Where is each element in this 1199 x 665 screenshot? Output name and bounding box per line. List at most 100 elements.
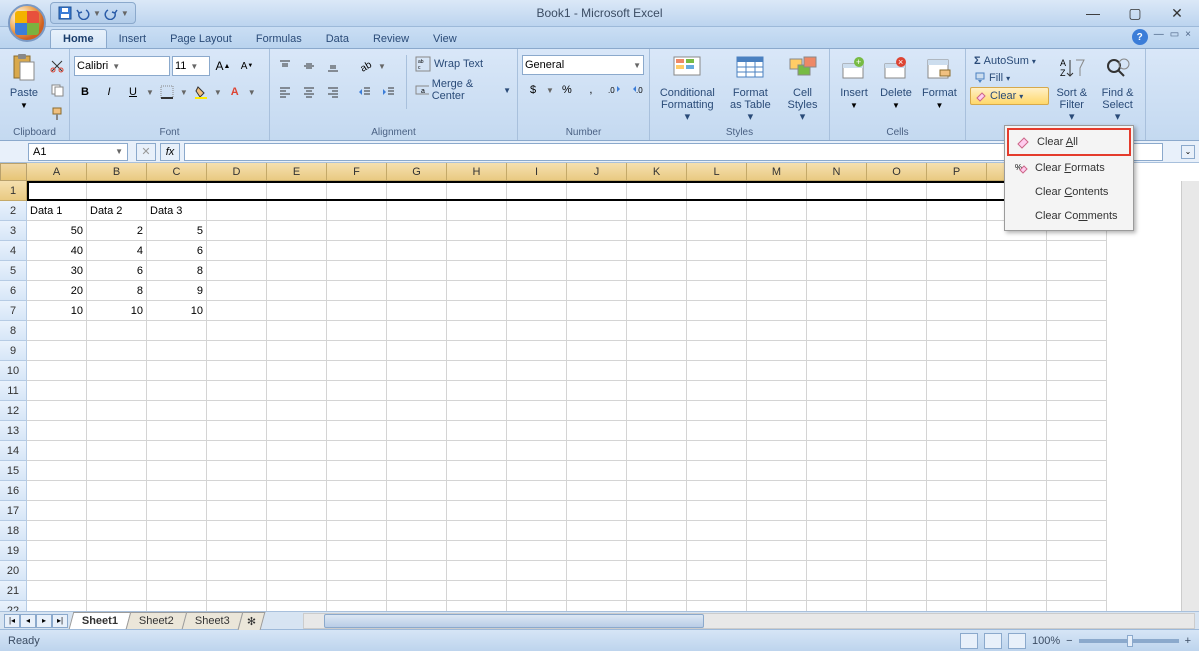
cell[interactable] <box>747 261 807 281</box>
cell[interactable] <box>387 441 447 461</box>
row-header[interactable]: 16 <box>0 481 27 501</box>
cell[interactable] <box>987 501 1047 521</box>
cell[interactable] <box>1047 461 1107 481</box>
cell[interactable] <box>627 281 687 301</box>
cell[interactable] <box>987 301 1047 321</box>
cell[interactable] <box>687 281 747 301</box>
cell[interactable] <box>807 181 867 201</box>
row-header[interactable]: 18 <box>0 521 27 541</box>
cell[interactable] <box>627 321 687 341</box>
cell[interactable] <box>27 521 87 541</box>
cell[interactable] <box>387 281 447 301</box>
cell[interactable] <box>387 401 447 421</box>
cell[interactable] <box>387 521 447 541</box>
cell[interactable] <box>267 281 327 301</box>
cell[interactable] <box>567 261 627 281</box>
cell[interactable] <box>207 321 267 341</box>
cell[interactable]: 2 <box>87 221 147 241</box>
cell[interactable] <box>567 201 627 221</box>
cell[interactable] <box>327 221 387 241</box>
cell[interactable] <box>987 281 1047 301</box>
cell[interactable] <box>27 361 87 381</box>
row-header[interactable]: 17 <box>0 501 27 521</box>
cell[interactable] <box>87 561 147 581</box>
align-top-icon[interactable] <box>274 55 296 77</box>
row-header[interactable]: 1 <box>0 181 27 201</box>
cell[interactable] <box>927 341 987 361</box>
cell[interactable] <box>327 201 387 221</box>
page-layout-view-icon[interactable] <box>984 633 1002 649</box>
align-right-icon[interactable] <box>322 81 344 103</box>
cell[interactable] <box>267 181 327 201</box>
cell[interactable] <box>207 401 267 421</box>
cell[interactable] <box>1047 601 1107 611</box>
cell[interactable] <box>687 441 747 461</box>
column-header[interactable]: C <box>147 163 207 181</box>
cell[interactable] <box>867 461 927 481</box>
cell[interactable] <box>1047 541 1107 561</box>
window-restore-icon[interactable]: ▭ <box>1170 29 1179 45</box>
cell[interactable] <box>927 561 987 581</box>
cell[interactable] <box>207 421 267 441</box>
save-icon[interactable] <box>57 5 73 21</box>
cell[interactable] <box>387 581 447 601</box>
cell[interactable] <box>327 321 387 341</box>
cell[interactable] <box>687 561 747 581</box>
autosum-button[interactable]: ΣAutoSum▾ <box>970 53 1049 69</box>
cell[interactable] <box>987 321 1047 341</box>
normal-view-icon[interactable] <box>960 633 978 649</box>
cell[interactable] <box>327 581 387 601</box>
cell[interactable] <box>387 421 447 441</box>
cell[interactable] <box>747 401 807 421</box>
cell[interactable] <box>267 201 327 221</box>
cell[interactable] <box>567 441 627 461</box>
cell[interactable] <box>387 561 447 581</box>
cell[interactable] <box>807 521 867 541</box>
cell[interactable] <box>927 221 987 241</box>
cell[interactable] <box>207 501 267 521</box>
cell[interactable] <box>567 481 627 501</box>
delete-cells-button[interactable]: × Delete▼ <box>876 51 916 112</box>
cell[interactable] <box>567 361 627 381</box>
row-header[interactable]: 9 <box>0 341 27 361</box>
cell[interactable] <box>147 561 207 581</box>
cell[interactable] <box>747 341 807 361</box>
cell[interactable] <box>687 401 747 421</box>
align-center-icon[interactable] <box>298 81 320 103</box>
cell[interactable] <box>927 301 987 321</box>
cell[interactable] <box>27 321 87 341</box>
cell[interactable] <box>27 541 87 561</box>
cell[interactable] <box>807 401 867 421</box>
last-sheet-icon[interactable]: ▸| <box>52 614 68 628</box>
cell[interactable] <box>207 301 267 321</box>
cell[interactable] <box>807 421 867 441</box>
cell[interactable] <box>747 321 807 341</box>
cell[interactable] <box>507 441 567 461</box>
cell[interactable] <box>927 321 987 341</box>
cell[interactable]: 6 <box>147 241 207 261</box>
cell[interactable] <box>27 481 87 501</box>
cell[interactable] <box>567 281 627 301</box>
comma-icon[interactable]: , <box>580 79 602 101</box>
cell[interactable] <box>147 341 207 361</box>
italic-button[interactable]: I <box>98 81 120 103</box>
cell[interactable] <box>507 261 567 281</box>
row-header[interactable]: 21 <box>0 581 27 601</box>
cell[interactable] <box>87 581 147 601</box>
close-button[interactable]: ✕ <box>1165 4 1189 22</box>
cell[interactable] <box>807 381 867 401</box>
cell[interactable] <box>567 421 627 441</box>
row-header[interactable]: 10 <box>0 361 27 381</box>
cell[interactable] <box>327 521 387 541</box>
cell[interactable] <box>507 401 567 421</box>
cell[interactable] <box>687 181 747 201</box>
conditional-formatting-button[interactable]: ConditionalFormatting ▾ <box>654 51 721 125</box>
row-header[interactable]: 14 <box>0 441 27 461</box>
cell[interactable] <box>1047 501 1107 521</box>
cell[interactable] <box>867 401 927 421</box>
cell[interactable] <box>327 281 387 301</box>
cell[interactable] <box>987 341 1047 361</box>
cell[interactable] <box>747 181 807 201</box>
cell[interactable] <box>507 381 567 401</box>
select-all-corner[interactable] <box>0 163 27 181</box>
